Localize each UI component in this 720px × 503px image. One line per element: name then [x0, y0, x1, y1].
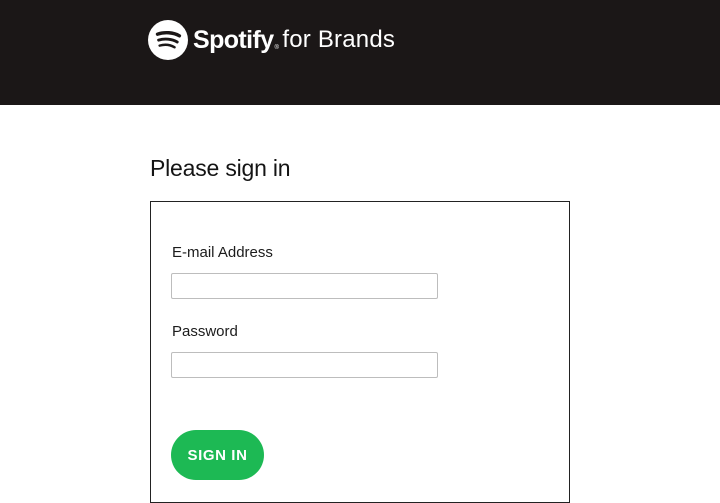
brand-logo-link[interactable]: Spotify® for Brands	[148, 20, 395, 60]
brand-suffix: for Brands	[282, 26, 396, 53]
password-label: Password	[172, 323, 238, 340]
password-field[interactable]	[171, 352, 438, 378]
top-header: Spotify® for Brands	[0, 0, 720, 105]
brand-name: Spotify®	[193, 26, 279, 54]
spotify-logo-icon	[148, 20, 188, 60]
sign-in-button[interactable]: SIGN IN	[171, 430, 264, 480]
email-label: E-mail Address	[172, 244, 273, 261]
sign-in-form: E-mail Address Password SIGN IN	[150, 201, 570, 503]
registered-mark: ®	[274, 45, 279, 51]
page-title: Please sign in	[150, 155, 291, 181]
email-field[interactable]	[171, 273, 438, 299]
